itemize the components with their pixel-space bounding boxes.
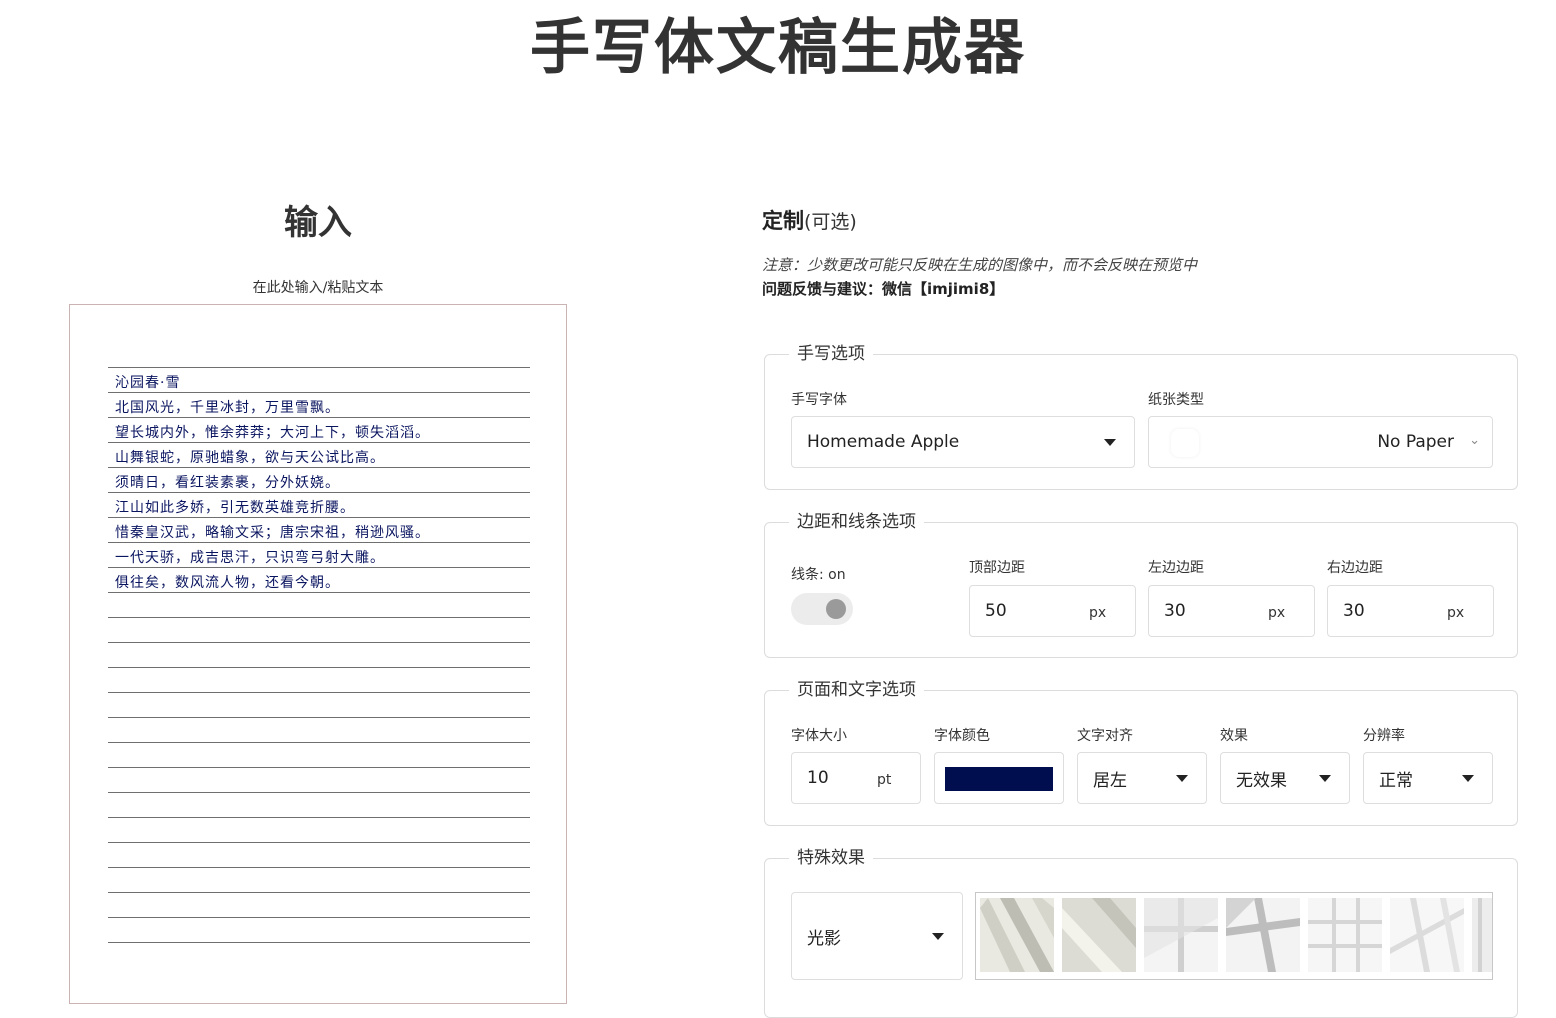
caret-down-icon [1319, 775, 1331, 782]
input-heading: 输入 [284, 203, 352, 243]
handwriting-options-legend: 手写选项 [789, 343, 873, 365]
top-margin-input[interactable]: 50 px [969, 585, 1136, 637]
font-label: 手写字体 [791, 392, 847, 408]
top-margin-value: 50 [985, 601, 1007, 621]
paper-text-line: 江山如此多娇，引无数英雄竞折腰。 [115, 500, 355, 516]
text-align-label: 文字对齐 [1077, 728, 1133, 744]
caret-down-icon [1176, 775, 1188, 782]
lines-toggle-label: 线条: on [791, 567, 846, 583]
left-margin-value: 30 [1164, 601, 1186, 621]
ruled-line [108, 917, 530, 942]
paper-type-label: 纸张类型 [1148, 392, 1204, 408]
font-size-input[interactable]: 10 pt [791, 752, 921, 804]
paper-text-line: 望长城内外，惟余莽莽；大河上下，顿失滔滔。 [115, 425, 430, 441]
paper-preview[interactable]: 沁园春·雪 北国风光，千里冰封，万里雪飘。 望长城内外，惟余莽莽；大河上下，顿失… [69, 304, 567, 1004]
paper-text-line: 沁园春·雪 [115, 375, 181, 391]
toggle-knob [826, 599, 846, 619]
font-size-label: 字体大小 [791, 728, 847, 744]
chevron-down-icon: ⌄ [1469, 433, 1480, 448]
resolution-select[interactable]: 正常 [1363, 752, 1493, 804]
effect-thumbnail-light-2[interactable] [1062, 898, 1136, 972]
ruled-line [108, 817, 530, 842]
ruled-line [108, 642, 530, 667]
top-margin-unit: px [1089, 605, 1107, 621]
effect-thumbnail-window-1[interactable] [1144, 898, 1218, 972]
preview-note: 注意：少数更改可能只反映在生成的图像中，而不会反映在预览中 [762, 256, 1198, 274]
right-margin-label: 右边边距 [1327, 560, 1383, 576]
left-margin-label: 左边边距 [1148, 560, 1204, 576]
text-align-value: 居左 [1093, 770, 1127, 791]
right-margin-unit: px [1447, 605, 1465, 621]
effect-select[interactable]: 无效果 [1220, 752, 1350, 804]
font-size-unit: pt [877, 772, 892, 788]
page-title: 手写体文稿生成器 [530, 13, 1026, 83]
text-align-select[interactable]: 居左 [1077, 752, 1207, 804]
font-size-value: 10 [807, 768, 829, 788]
special-effect-value: 光影 [807, 928, 841, 949]
effect-thumbnail-window-3[interactable] [1308, 898, 1382, 972]
effect-thumbnail-light-1[interactable] [980, 898, 1054, 972]
paper-text-line: 一代天骄，成吉思汗，只识弯弓射大雕。 [115, 550, 385, 566]
feedback-text: 问题反馈与建议：微信【imjimi8】 [762, 280, 1005, 298]
special-effects-legend: 特殊效果 [789, 847, 873, 869]
paper-text-line: 山舞银蛇，原驰蜡象，欲与天公试比高。 [115, 450, 385, 466]
top-margin-label: 顶部边距 [969, 560, 1025, 576]
special-effect-select[interactable]: 光影 [791, 892, 963, 980]
font-select[interactable]: Homemade Apple [791, 416, 1135, 468]
input-hint: 在此处输入/粘贴文本 [252, 280, 384, 296]
ruled-line [108, 942, 530, 943]
ruled-line [108, 667, 530, 692]
paper-type-value: No Paper [1377, 432, 1454, 452]
effect-thumbnail-window-4[interactable] [1390, 898, 1464, 972]
paper-text-line: 北国风光，千里冰封，万里雪飘。 [115, 400, 340, 416]
right-margin-input[interactable]: 30 px [1327, 585, 1494, 637]
caret-down-icon [932, 933, 944, 940]
right-margin-value: 30 [1343, 601, 1365, 621]
margin-options-legend: 边距和线条选项 [789, 511, 924, 533]
customize-title-optional: (可选) [804, 211, 857, 233]
special-effects-group: 特殊效果 光影 [764, 847, 1518, 1018]
lines-toggle[interactable] [791, 593, 853, 625]
caret-down-icon [1104, 439, 1116, 446]
handwriting-options-group: 手写选项 手写字体 Homemade Apple 纸张类型 No Paper ⌄ [764, 343, 1518, 490]
font-color-label: 字体颜色 [934, 728, 990, 744]
resolution-value: 正常 [1379, 770, 1413, 791]
ruled-line [108, 842, 530, 867]
customize-title: 定制(可选) [762, 205, 857, 238]
effect-thumbnail-window-2[interactable] [1226, 898, 1300, 972]
resolution-label: 分辨率 [1363, 728, 1405, 744]
font-color-picker[interactable] [934, 752, 1064, 804]
caret-down-icon [1462, 775, 1474, 782]
paper-text-line: 俱往矣，数风流人物，还看今朝。 [115, 575, 340, 591]
margin-options-group: 边距和线条选项 线条: on 顶部边距 50 px 左边边距 30 px 右边边… [764, 511, 1518, 658]
effect-thumbnails[interactable] [975, 892, 1493, 980]
ruled-line [108, 767, 530, 792]
left-margin-unit: px [1268, 605, 1286, 621]
paper-type-select[interactable]: No Paper ⌄ [1148, 416, 1493, 468]
ruled-line [108, 692, 530, 717]
paper-text[interactable]: 沁园春·雪 北国风光，千里冰封，万里雪飘。 望长城内外，惟余莽莽；大河上下，顿失… [115, 371, 535, 596]
ruled-line [108, 867, 530, 892]
effect-value: 无效果 [1236, 770, 1287, 791]
effect-label: 效果 [1220, 728, 1248, 744]
left-margin-input[interactable]: 30 px [1148, 585, 1315, 637]
ruled-line [108, 892, 530, 917]
customize-title-main: 定制 [762, 209, 804, 233]
text-options-group: 页面和文字选项 字体大小 10 pt 字体颜色 文字对齐 居左 效果 无效果 分… [764, 679, 1518, 826]
font-select-value: Homemade Apple [807, 432, 960, 452]
effect-thumbnail-partial[interactable] [1472, 898, 1492, 972]
ruled-line [108, 617, 530, 642]
ruled-line [108, 717, 530, 742]
ruled-line [108, 742, 530, 767]
paper-preview-icon [1171, 429, 1199, 457]
paper-text-line: 惜秦皇汉武，略输文采；唐宗宋祖，稍逊风骚。 [115, 525, 430, 541]
font-color-swatch [945, 767, 1053, 791]
ruled-line [108, 792, 530, 817]
paper-text-line: 须晴日，看红装素裹，分外妖娆。 [115, 475, 340, 491]
text-options-legend: 页面和文字选项 [789, 679, 924, 701]
